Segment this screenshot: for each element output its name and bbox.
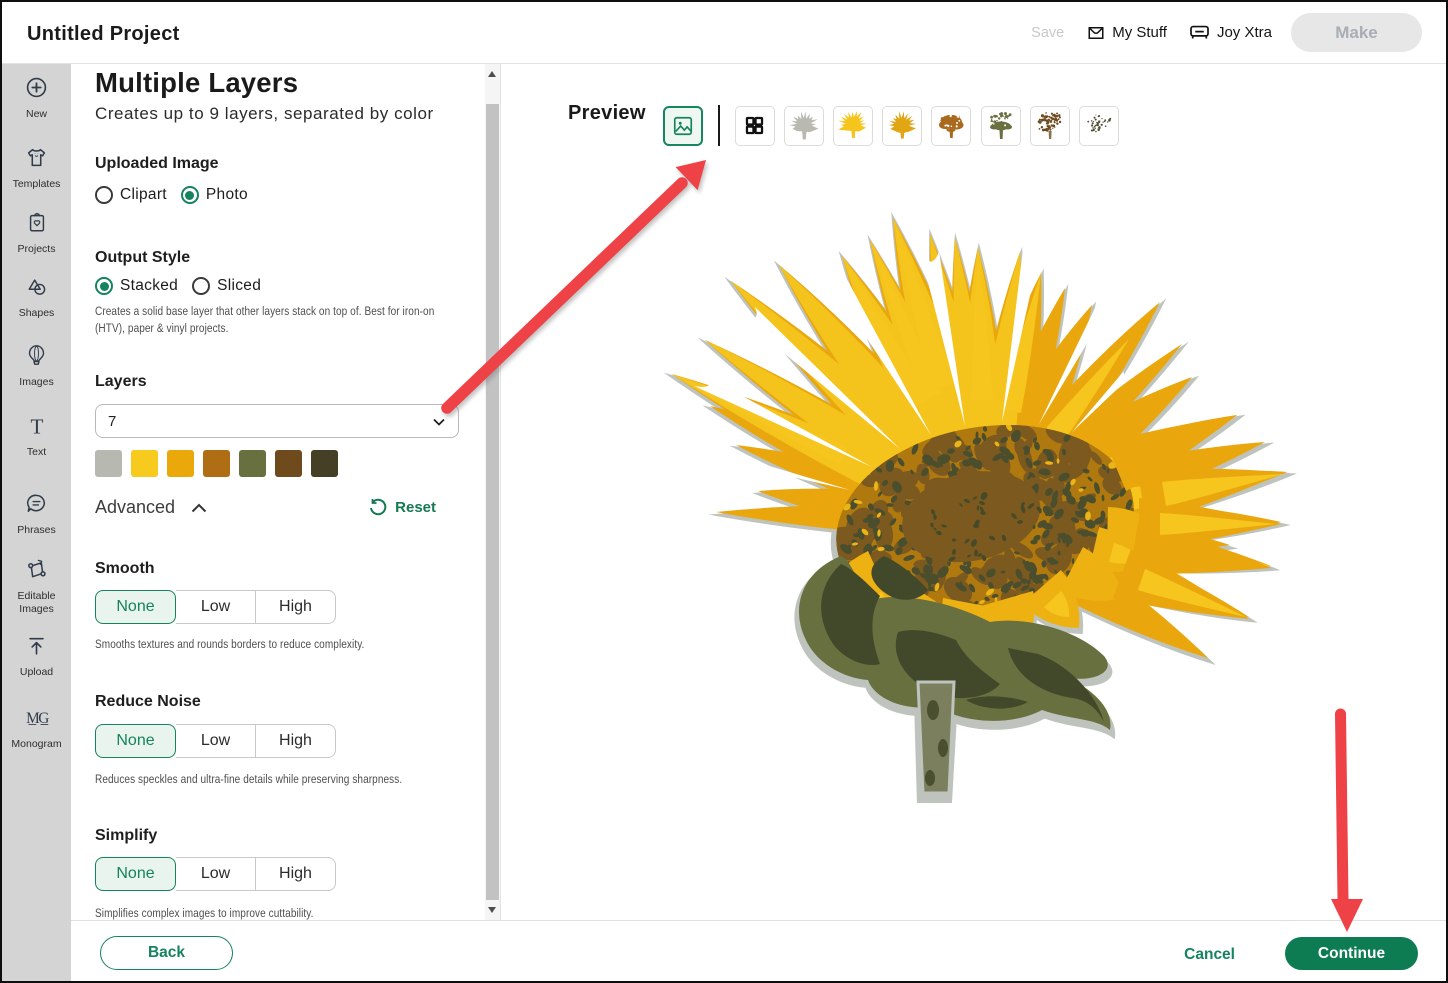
- svg-text:T: T: [30, 415, 43, 437]
- svg-text:M̲G̲: M̲G̲: [26, 710, 49, 727]
